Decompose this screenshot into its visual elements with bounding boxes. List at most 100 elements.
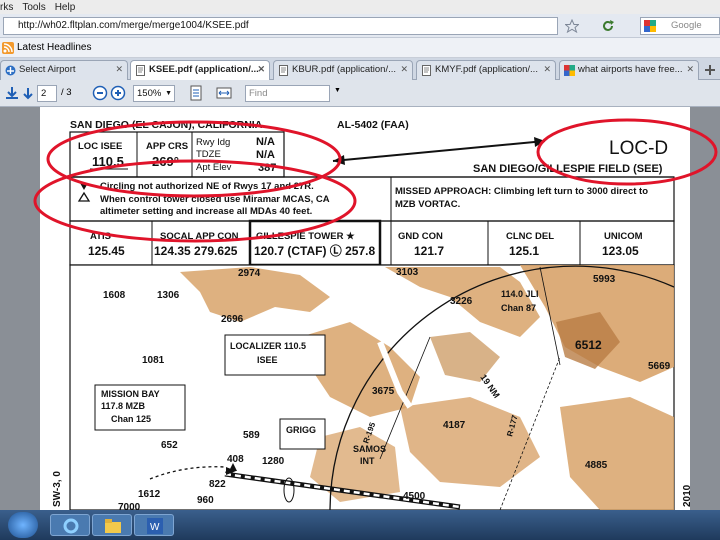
freq-label-unicom: UNICOM [604, 231, 643, 242]
taskbar-item-word[interactable]: W [134, 514, 174, 536]
bookmarks-bar: Latest Headlines [0, 38, 720, 58]
close-icon[interactable]: ✕ [115, 64, 123, 75]
close-icon[interactable]: ✕ [543, 64, 551, 75]
internet-explorer-icon [63, 518, 79, 534]
mission-bay-line-1: MISSION BAY [101, 389, 160, 399]
fit-page-icon[interactable] [188, 85, 204, 101]
start-button[interactable] [8, 512, 38, 538]
menu-item-tools[interactable]: Tools [22, 2, 45, 13]
taskbar-item-ie[interactable] [50, 514, 90, 536]
page-number-input[interactable]: 2 [37, 85, 57, 102]
airplane-favicon-icon [5, 65, 16, 76]
elev-652: 652 [161, 440, 178, 451]
chevron-down-icon: ▼ [165, 90, 172, 97]
elev-2696: 2696 [221, 314, 244, 325]
google-icon [644, 20, 656, 32]
elev-4500: 4500 [403, 491, 426, 502]
freq-value-gnd: 121.7 [414, 244, 444, 258]
taskbar-item-explorer[interactable] [92, 514, 132, 536]
airport-name: SAN DIEGO/GILLESPIE FIELD (SEE) [473, 163, 663, 175]
search-placeholder: Google [671, 20, 702, 31]
elev-1608: 1608 [103, 290, 126, 301]
approach-chart-page: SAN DIEGO (EL CAJON), CALIFORNIA AL-5402… [0, 107, 720, 510]
document-icon [422, 65, 431, 76]
freq-label-gnd: GND CON [398, 231, 443, 242]
elev-3226: 3226 [450, 296, 473, 307]
elev-7000: 7000 [118, 502, 141, 510]
fit-width-icon[interactable] [216, 85, 232, 101]
chevron-down-icon[interactable]: ▼ [334, 87, 341, 94]
mission-bay-line-3: Chan 125 [111, 414, 151, 424]
tdze-label: TDZE [196, 149, 221, 160]
elev-4885: 4885 [585, 460, 608, 471]
document-icon [279, 65, 288, 76]
tab-select-airport[interactable]: Select Airport ✕ [0, 60, 128, 80]
chart-location: SAN DIEGO (EL CAJON), CALIFORNIA [70, 119, 263, 131]
word-icon: W [147, 518, 163, 534]
tab-kmyf-pdf[interactable]: KMYF.pdf (application/... ✕ [416, 60, 556, 80]
chart-procedure-number: AL-5402 (FAA) [337, 119, 409, 131]
freq-label-clnc: CLNC DEL [506, 231, 554, 242]
address-bar: http://wh02.fltplan.com/merge/merge1004/… [0, 14, 720, 38]
elev-5993: 5993 [593, 274, 616, 285]
bookmark-latest-headlines[interactable]: Latest Headlines [17, 42, 92, 53]
pdf-viewport[interactable]: SAN DIEGO (EL CAJON), CALIFORNIA AL-5402… [0, 107, 720, 510]
search-field[interactable]: Google [640, 17, 720, 35]
jli-frequency: 114.0 JLI [501, 289, 539, 299]
zoom-select[interactable]: 150% ▼ [133, 85, 175, 102]
chart-year: 2010 [682, 484, 693, 507]
google-icon [564, 65, 575, 76]
star-icon[interactable] [565, 19, 579, 33]
reload-icon[interactable] [600, 18, 616, 34]
elev-5669: 5669 [648, 361, 671, 372]
tab-label: KMYF.pdf (application/... [435, 64, 538, 75]
procedure-title: LOC-D [609, 138, 668, 159]
folder-icon [105, 519, 121, 533]
tab-label: KSEE.pdf (application/... [149, 64, 259, 75]
zoom-out-icon[interactable] [92, 85, 108, 101]
chart-sw-code: SW-3, 0 [52, 471, 63, 507]
tab-ksee-pdf[interactable]: KSEE.pdf (application/... ✕ [130, 60, 270, 80]
zoom-in-icon[interactable] [110, 85, 126, 101]
find-input[interactable]: Find [245, 85, 330, 102]
menu-item-bookmarks[interactable]: rks [0, 2, 13, 13]
missed-approach-line-2: MZB VORTAC. [395, 199, 460, 210]
freq-value-socal: 124.35 279.625 [154, 244, 238, 258]
close-icon[interactable]: ✕ [257, 64, 265, 75]
app-crs-label: APP CRS [146, 141, 188, 152]
loc-label: LOC ISEE [78, 141, 122, 152]
jli-channel: Chan 87 [501, 303, 536, 313]
close-icon[interactable]: ✕ [400, 64, 408, 75]
freq-value-tower: 120.7 (CTAF) Ⓛ 257.8 [254, 243, 375, 258]
menu-bar: rks Tools Help [0, 0, 720, 14]
new-tab-icon[interactable] [703, 63, 717, 77]
samos-int: INT [360, 456, 375, 466]
pdf-toolbar: 2 / 3 150% ▼ Find ▼ [0, 80, 720, 107]
grigg-fix: GRIGG [286, 425, 316, 435]
tab-label: KBUR.pdf (application/... [292, 64, 397, 75]
rwy-ldg-label: Rwy Idg [196, 137, 230, 148]
document-icon [136, 65, 145, 76]
apt-elev-label: Apt Elev [196, 162, 232, 173]
tab-label: what airports have free... [578, 64, 683, 75]
notes-line-3: altimeter setting and increase all MDAs … [100, 206, 312, 217]
tab-google-search[interactable]: what airports have free... ✕ [559, 60, 699, 80]
elev-4187: 4187 [443, 420, 466, 431]
elev-589: 589 [243, 430, 260, 441]
tab-bar: Select Airport ✕ KSEE.pdf (application/.… [0, 58, 720, 80]
tdze-value: N/A [256, 149, 275, 161]
taskbar: W [0, 510, 720, 540]
close-icon[interactable]: ✕ [686, 64, 694, 75]
freq-value-atis: 125.45 [88, 244, 125, 258]
url-field[interactable]: http://wh02.fltplan.com/merge/merge1004/… [3, 17, 558, 35]
tab-kbur-pdf[interactable]: KBUR.pdf (application/... ✕ [273, 60, 413, 80]
freq-value-clnc: 125.1 [509, 244, 539, 258]
elev-822: 822 [209, 479, 226, 490]
svg-text:W: W [150, 522, 160, 533]
save-icon[interactable] [4, 85, 20, 101]
elev-3675: 3675 [372, 386, 395, 397]
elev-2974: 2974 [238, 268, 261, 279]
page-number-value: 2 [41, 88, 47, 99]
next-page-icon[interactable] [20, 85, 36, 101]
menu-item-help[interactable]: Help [55, 2, 76, 13]
